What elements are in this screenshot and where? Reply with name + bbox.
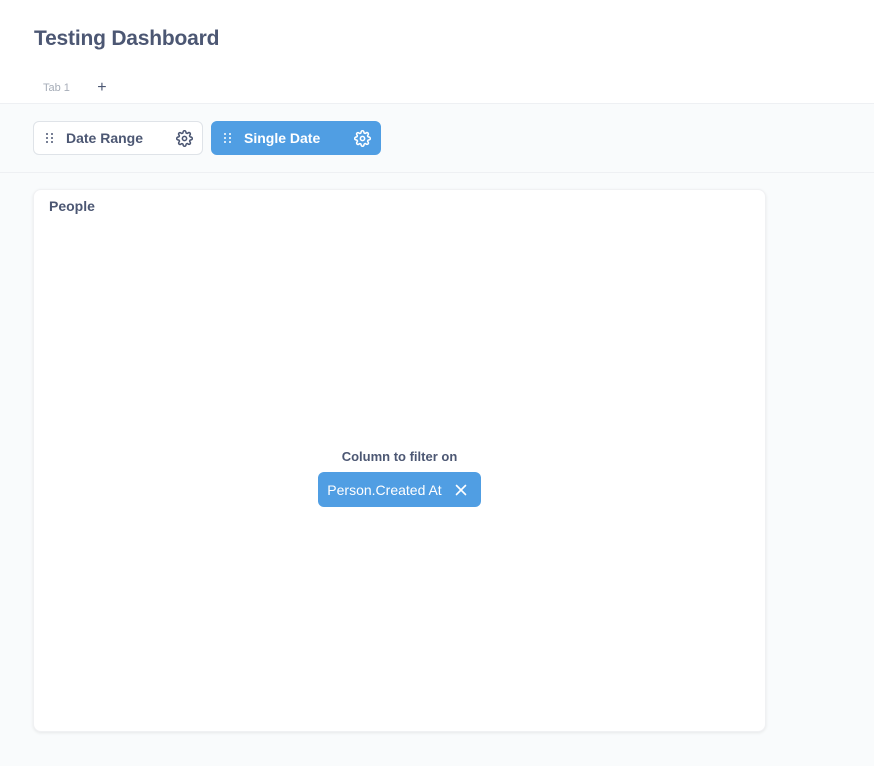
card-title: People [49,198,95,214]
parameter-widget-date-range[interactable]: Date Range [33,121,203,155]
dashcard-people: People Column to filter on Person.Create… [33,189,766,732]
parameter-mapping: Column to filter on Person.Created At [34,448,765,507]
mapping-label: Column to filter on [341,449,458,464]
grip-icon[interactable] [46,133,54,143]
mapped-column-label: Person.Created At [327,481,442,498]
parameter-label: Single Date [244,130,321,146]
dashboard-grid: People Column to filter on Person.Create… [0,173,874,766]
parameter-label: Date Range [66,130,144,146]
tab-bar: Tab 1 + [34,77,111,99]
add-tab-button[interactable]: + [93,79,111,97]
parameters-bar: Date Range Single Date [0,104,874,173]
grip-icon[interactable] [224,133,232,143]
dashboard-header: Testing Dashboard Tab 1 + [0,0,874,104]
mapped-column-button[interactable]: Person.Created At [318,472,481,507]
parameter-widget-single-date[interactable]: Single Date [211,121,381,155]
gear-icon[interactable] [176,129,193,147]
gear-icon[interactable] [354,129,371,147]
tab-1[interactable]: Tab 1 [34,82,79,94]
close-icon[interactable] [455,484,467,496]
dashboard-title[interactable]: Testing Dashboard [34,27,219,51]
dashboard-app: Testing Dashboard Tab 1 + Date Range Sin… [0,0,874,766]
